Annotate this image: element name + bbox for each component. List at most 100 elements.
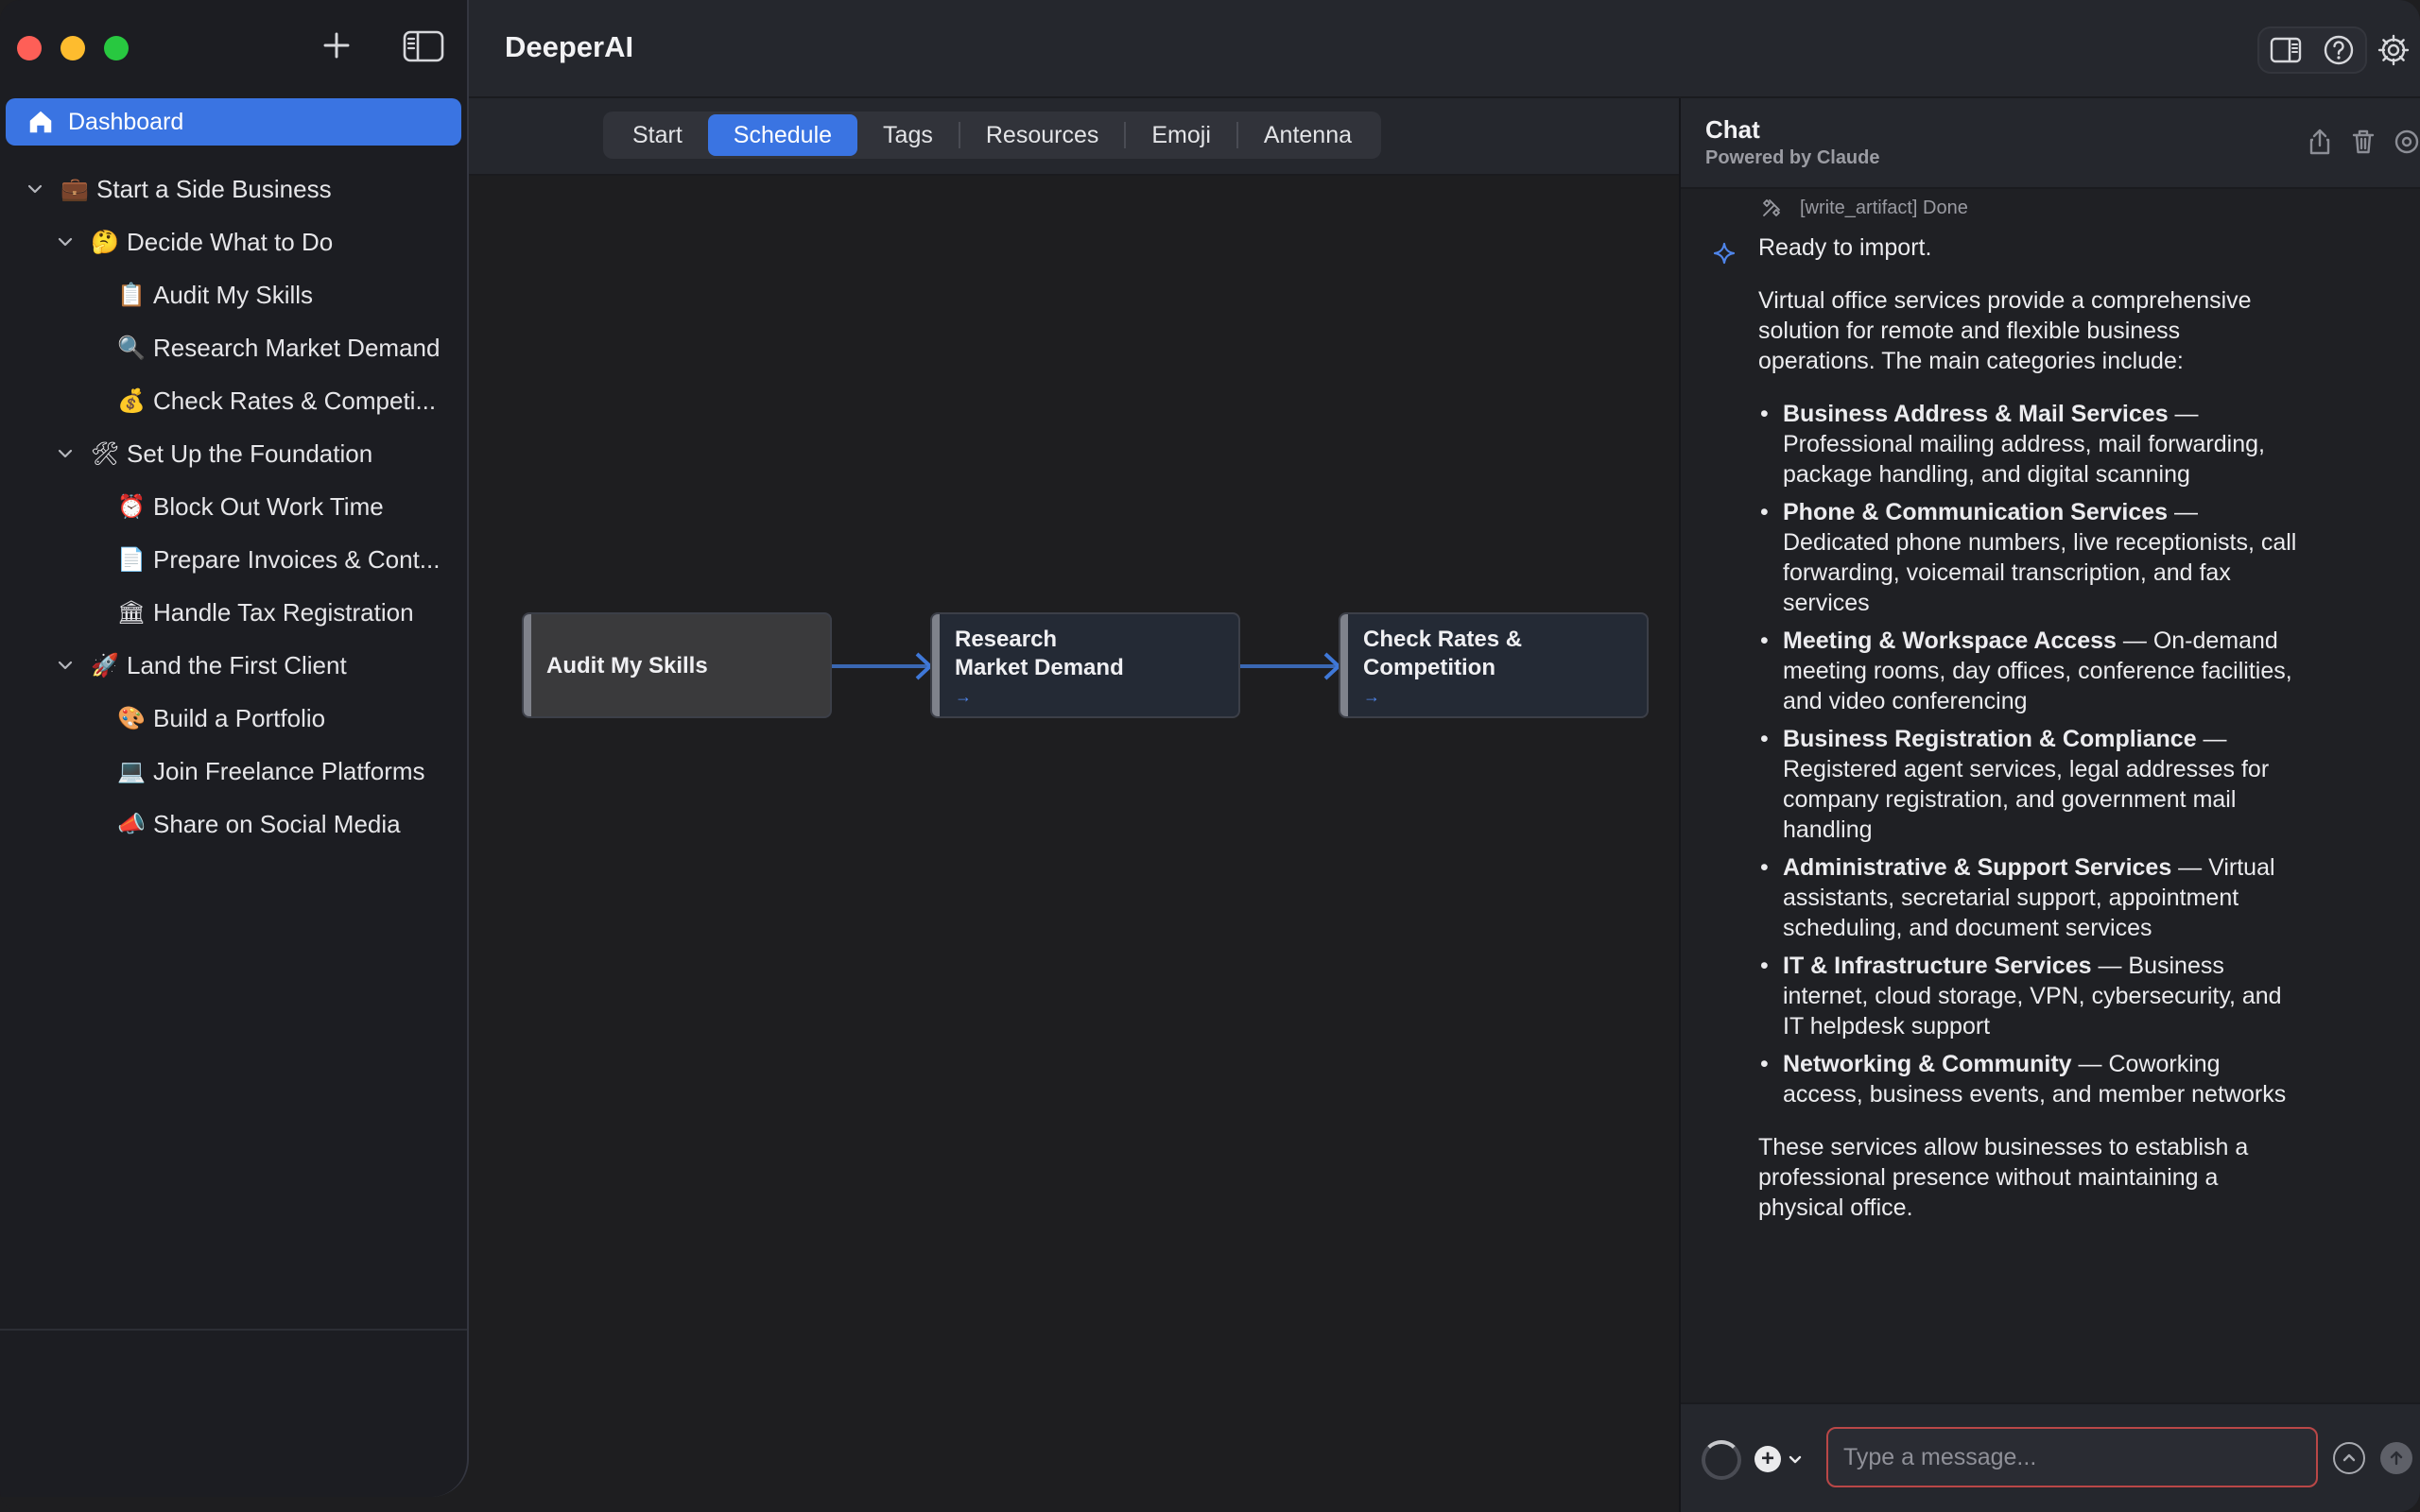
- list-item-title: Business Registration & Compliance: [1783, 726, 2197, 752]
- tree-item-emoji-icon: 📄: [117, 546, 146, 573]
- zoom-window-button[interactable]: [104, 36, 129, 60]
- node-arrow-icon: →: [955, 687, 972, 706]
- list-item: Networking & Community — Coworking acces…: [1758, 1049, 2297, 1109]
- settings-button[interactable]: [2367, 28, 2420, 72]
- list-item: Administrative & Support Services — Virt…: [1758, 852, 2297, 943]
- chevron-down-icon[interactable]: [55, 232, 76, 252]
- tree-item[interactable]: 🏛 Handle Tax Registration: [0, 586, 469, 639]
- list-item-title: Networking & Community: [1783, 1051, 2072, 1077]
- node-label-line: Market Demand: [955, 655, 1124, 680]
- loading-spinner-icon: [1702, 1440, 1741, 1480]
- tree-item[interactable]: 📋 Audit My Skills: [0, 268, 469, 321]
- tree-item[interactable]: 📣 Share on Social Media: [0, 798, 469, 850]
- node-label: Research Market Demand: [955, 626, 1124, 682]
- node-label-line: Audit My Skills: [546, 653, 708, 679]
- tree-item[interactable]: 💻 Join Freelance Platforms: [0, 745, 469, 798]
- toggle-sidebar-button[interactable]: [403, 30, 444, 62]
- tab-resources[interactable]: Resources: [960, 114, 1125, 156]
- list-item: Phone & Communication Services — Dedicat…: [1758, 497, 2297, 618]
- tab-tags[interactable]: Tags: [857, 114, 959, 156]
- node-stripe: [1340, 614, 1348, 716]
- tree-item[interactable]: 🔍 Research Market Demand: [0, 321, 469, 374]
- add-item-button[interactable]: [318, 26, 355, 64]
- home-icon: [29, 111, 52, 133]
- flow-connector: [832, 652, 932, 680]
- node-stripe: [524, 614, 531, 716]
- list-item-title: Meeting & Workspace Access: [1783, 627, 2117, 654]
- tree-item-label: Set Up the Foundation: [127, 438, 373, 468]
- chevron-down-icon[interactable]: [55, 655, 76, 676]
- tree-item-emoji-icon: ⏰: [117, 493, 146, 520]
- toolbar-right: [2257, 26, 2420, 74]
- sidebar-item-dashboard[interactable]: Dashboard: [6, 98, 461, 146]
- chevron-down-icon[interactable]: [25, 179, 45, 199]
- attach-menu-button[interactable]: +: [1754, 1446, 1804, 1472]
- tree-item[interactable]: 🤔 Decide What to Do: [0, 215, 469, 268]
- tab-emoji[interactable]: Emoji: [1126, 114, 1236, 156]
- tree-item[interactable]: 🚀 Land the First Client: [0, 639, 469, 692]
- node-label-line: Competition: [1363, 655, 1495, 680]
- tree-item-emoji-icon: 🛠: [90, 440, 120, 467]
- window-controls: [17, 36, 129, 60]
- node-arrow-icon: →: [1363, 687, 1380, 706]
- tree-item[interactable]: ⏰ Block Out Work Time: [0, 480, 469, 533]
- list-item-title: Business Address & Mail Services: [1783, 401, 2169, 427]
- scroll-up-button[interactable]: [2333, 1442, 2365, 1474]
- tree-item-emoji-icon: 📋: [117, 282, 146, 308]
- chat-panel: Chat Powered by Claude [write_artifact] …: [1679, 98, 2420, 1512]
- tree-item[interactable]: 📄 Prepare Invoices & Cont...: [0, 533, 469, 586]
- app-window: Dashboard 💼 Start a Side Business 🤔 Decide …: [0, 0, 2420, 1512]
- sidebar-divider: [0, 1329, 467, 1331]
- tree-item-emoji-icon: 🏛: [116, 599, 147, 626]
- share-icon[interactable]: [2305, 127, 2335, 157]
- tree-item-label: Block Out Work Time: [153, 491, 384, 521]
- chat-composer: +: [1681, 1402, 2420, 1512]
- list-item: Meeting & Workspace Access — On-demand m…: [1758, 626, 2297, 716]
- minimize-window-button[interactable]: [60, 36, 85, 60]
- node-label-line: Check Rates &: [1363, 627, 1523, 652]
- tree-item-emoji-icon: 💰: [117, 387, 146, 414]
- node-label: Check Rates & Competition: [1363, 626, 1522, 682]
- chat-settings-icon[interactable]: [2392, 127, 2420, 157]
- trash-icon[interactable]: [2348, 127, 2378, 157]
- tree-item-label: Research Market Demand: [153, 333, 441, 362]
- chevron-down-icon[interactable]: [55, 443, 76, 464]
- tree-item-label: Land the First Client: [127, 650, 347, 679]
- chevron-down-icon: [1789, 1455, 1802, 1464]
- node-stripe: [932, 614, 940, 716]
- tree-item[interactable]: 🎨 Build a Portfolio: [0, 692, 469, 745]
- tab-schedule[interactable]: Schedule: [707, 114, 858, 156]
- flow-node-check-rates-competition[interactable]: Check Rates & Competition →: [1339, 612, 1649, 718]
- tab-antenna[interactable]: Antenna: [1238, 114, 1377, 156]
- schedule-flow: Audit My Skills Research Market Demand →: [469, 176, 1679, 1512]
- segmented-tabs: Start Schedule Tags Resources Emoji Antenna: [603, 112, 1382, 159]
- tabs-bar: Start Schedule Tags Resources Emoji Antenna: [469, 98, 1679, 176]
- sidebar: Dashboard 💼 Start a Side Business 🤔 Decide …: [0, 0, 469, 1497]
- tree-item[interactable]: 💼 Start a Side Business: [0, 163, 469, 215]
- sidebar-icon: [403, 30, 444, 62]
- outline-tree: 💼 Start a Side Business 🤔 Decide What to Do…: [0, 163, 469, 850]
- tree-item-label: Handle Tax Registration: [153, 597, 414, 627]
- close-window-button[interactable]: [17, 36, 42, 60]
- help-button[interactable]: [2312, 28, 2365, 72]
- flow-node-research-market-demand[interactable]: Research Market Demand →: [930, 612, 1240, 718]
- message-list: Business Address & Mail Services — Profe…: [1758, 399, 2297, 1109]
- chat-messages[interactable]: [write_artifact] Done Ready to import. V…: [1681, 189, 2420, 1402]
- node-label: Audit My Skills: [546, 652, 708, 680]
- tab-start[interactable]: Start: [607, 114, 708, 156]
- tree-item-label: Check Rates & Competi...: [153, 386, 437, 415]
- tree-item-emoji-icon: 📣: [117, 811, 146, 837]
- list-item: Business Address & Mail Services — Profe…: [1758, 399, 2297, 490]
- message-outro: These services allow businesses to estab…: [1758, 1134, 2249, 1221]
- tree-item[interactable]: 💰 Check Rates & Competi...: [0, 374, 469, 427]
- tree-item-label: Share on Social Media: [153, 809, 401, 838]
- flow-node-audit-my-skills[interactable]: Audit My Skills: [522, 612, 832, 718]
- chat-header: Chat Powered by Claude: [1681, 98, 2420, 189]
- list-item: IT & Infrastructure Services — Business …: [1758, 951, 2297, 1041]
- tree-item[interactable]: 🛠 Set Up the Foundation: [0, 427, 469, 480]
- message-input[interactable]: [1826, 1427, 2318, 1487]
- toggle-inspector-button[interactable]: [2259, 28, 2312, 72]
- send-button[interactable]: [2380, 1442, 2412, 1474]
- assistant-message: Ready to import. Virtual office services…: [1758, 232, 2297, 1246]
- tree-item-emoji-icon: 🎨: [117, 705, 146, 731]
